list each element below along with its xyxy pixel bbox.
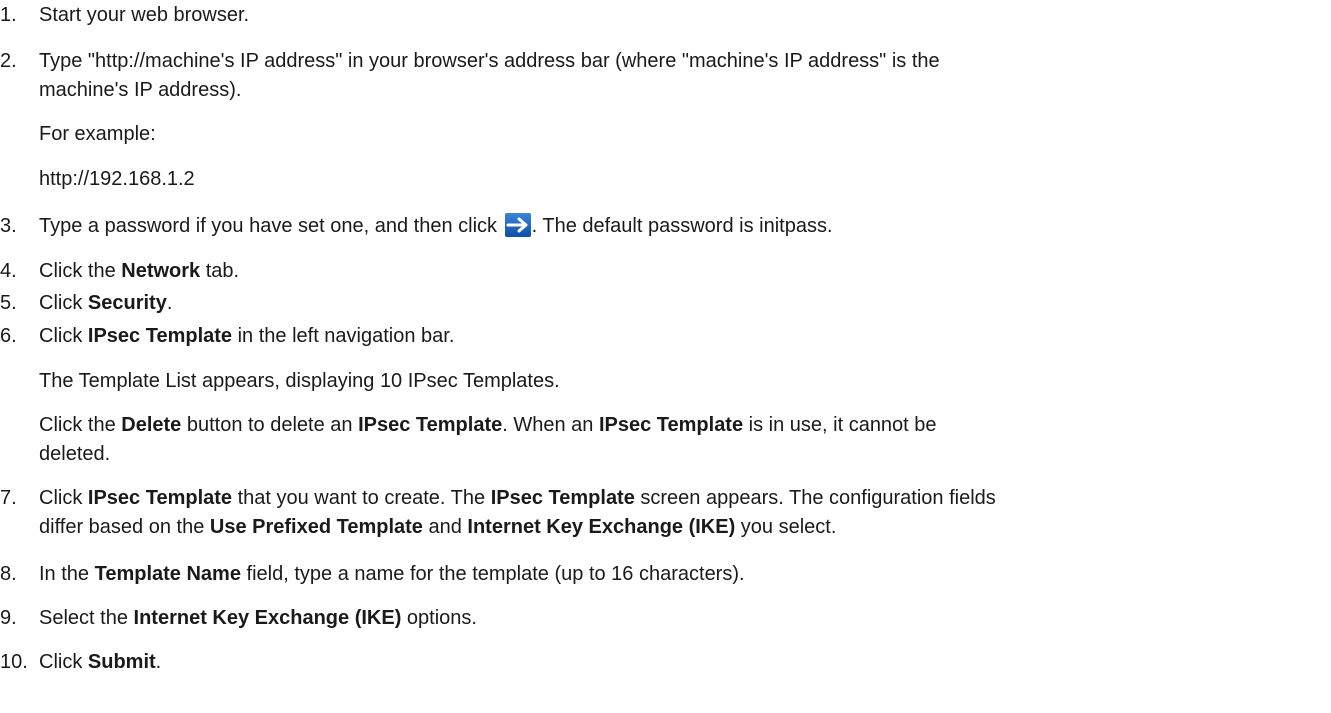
step-number: 3. (0, 215, 17, 237)
text-run: deleted. (39, 443, 111, 465)
step-text: Start your web browser. (39, 4, 250, 26)
example-url: http://192.168.1.2 (39, 168, 195, 190)
step-text: Click the Network tab. (39, 257, 1320, 286)
ui-term-ipsec-template: IPsec Template (490, 487, 635, 509)
step-6: 6. Click IPsec Template in the left navi… (0, 322, 1320, 351)
step-number: 8. (0, 563, 17, 585)
text-run: . (166, 292, 173, 314)
text-run: Click (39, 292, 88, 314)
step-number: 6. (0, 325, 17, 347)
step-text: Click IPsec Template in the left navigat… (39, 322, 1320, 351)
text-run: differ based on the (39, 516, 210, 538)
text-run: Click (39, 651, 88, 673)
step-number: 5. (0, 292, 17, 314)
step-number: 7. (0, 487, 17, 509)
text-run: tab. (200, 260, 240, 282)
text-run: and (422, 516, 468, 538)
ui-term-ipsec-template: IPsec Template (358, 414, 503, 436)
text-run: Click the (39, 260, 122, 282)
step-text-line-1: Type "http://machine's IP address" in yo… (39, 50, 940, 72)
text-run: Select the (39, 607, 134, 629)
step-number: 1. (0, 4, 17, 26)
text-run: in the left navigation bar. (232, 325, 455, 347)
step-number: 9. (0, 607, 17, 629)
step-9: 9. Select the Internet Key Exchange (IKE… (0, 604, 1320, 633)
ui-term-ipsec-template: IPsec Template (598, 414, 744, 436)
step-text: Click Security. (39, 289, 1320, 318)
delete-note: Click the Delete button to delete an IPs… (39, 411, 1319, 469)
text-run: is in use, it cannot be (743, 414, 937, 436)
text-run: screen appears. The configuration fields (634, 487, 996, 509)
text-run: field, type a name for the template (up … (240, 563, 745, 585)
step-text: In the Template Name field, type a name … (39, 560, 1320, 589)
ui-term-ipsec-template: IPsec Template (87, 325, 233, 347)
text-run: Click (39, 487, 88, 509)
step-text-line-2: machine's IP address). (39, 79, 242, 101)
step-text: Select the Internet Key Exchange (IKE) o… (39, 604, 1320, 633)
instructions-page: 1. Start your web browser. 2. Type "http… (0, 0, 1331, 713)
step-text: Click Submit. (39, 648, 1320, 677)
text-run: Click (39, 325, 88, 347)
step-2: 2. Type "http://machine's IP address" in… (0, 47, 1320, 105)
ui-term-template-name: Template Name (94, 563, 241, 585)
ui-term-ike: Internet Key Exchange (IKE) (133, 607, 402, 629)
ui-term-ipsec-template: IPsec Template (87, 487, 233, 509)
text-run: . (155, 651, 162, 673)
text-run: that you want to create. The (232, 487, 491, 509)
template-list-note: The Template List appears, displaying 10… (39, 370, 560, 392)
step-10: 10. Click Submit. (0, 648, 1320, 677)
step-7: 7. Click IPsec Template that you want to… (0, 484, 1320, 542)
text-run: you select. (735, 516, 837, 538)
ui-term-network: Network (121, 260, 201, 282)
step-text: Type a password if you have set one, and… (39, 212, 1320, 241)
arrow-right-icon (504, 213, 531, 237)
step-text: Click IPsec Template that you want to cr… (39, 484, 1320, 542)
text-run: options. (401, 607, 477, 629)
step-4: 4. Click the Network tab. (0, 257, 1320, 286)
step-1: 1. Start your web browser. (0, 1, 1320, 30)
ui-term-security: Security (87, 292, 167, 314)
step-text-after: . The default password is initpass. (531, 215, 833, 237)
step-number: 10. (0, 651, 28, 673)
step-3: 3. Type a password if you have set one, … (0, 212, 1320, 241)
step-text-before: Type a password if you have set one, and… (39, 215, 503, 237)
ui-term-ike: Internet Key Exchange (IKE) (467, 516, 736, 538)
step-8: 8. In the Template Name field, type a na… (0, 560, 1320, 589)
example-label: For example: (39, 123, 156, 145)
step-number: 4. (0, 260, 17, 282)
text-run: Click the (39, 414, 122, 436)
ui-term-delete: Delete (121, 414, 182, 436)
text-run: In the (39, 563, 95, 585)
ui-term-submit: Submit (87, 651, 156, 673)
text-run: . When an (502, 414, 599, 436)
step-number: 2. (0, 50, 17, 72)
step-5: 5. Click Security. (0, 289, 1320, 318)
text-run: button to delete an (181, 414, 359, 436)
ui-term-use-prefixed-template: Use Prefixed Template (209, 516, 423, 538)
